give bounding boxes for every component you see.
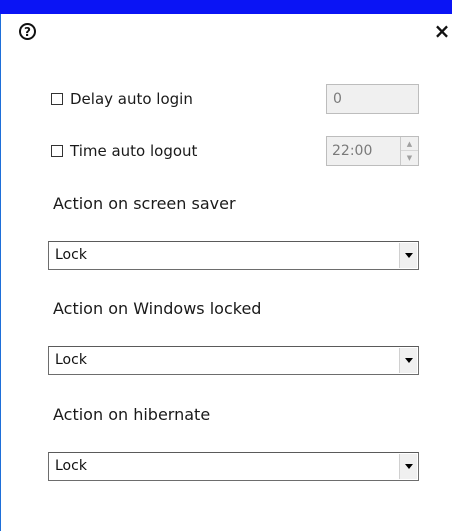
help-icon[interactable]: ? bbox=[19, 23, 36, 40]
chevron-down-icon[interactable] bbox=[399, 454, 417, 479]
spin-down-icon[interactable]: ▼ bbox=[401, 151, 418, 165]
windows-locked-select-value: Lock bbox=[55, 352, 87, 368]
windows-locked-label: Action on Windows locked bbox=[53, 299, 262, 318]
time-auto-logout-checkbox[interactable] bbox=[51, 145, 63, 157]
dialog-left-border bbox=[0, 14, 1, 531]
screen-saver-select-value: Lock bbox=[55, 247, 87, 263]
chevron-down-icon[interactable] bbox=[399, 243, 417, 268]
spin-up-icon[interactable]: ▲ bbox=[401, 137, 418, 151]
delay-auto-login-checkbox[interactable] bbox=[51, 93, 63, 105]
delay-auto-login-row[interactable]: Delay auto login bbox=[51, 89, 193, 109]
title-bar bbox=[0, 0, 452, 14]
delay-auto-login-input[interactable] bbox=[326, 84, 419, 114]
help-icon-glyph: ? bbox=[24, 24, 31, 39]
chevron-down-icon[interactable] bbox=[399, 348, 417, 373]
close-icon[interactable]: × bbox=[432, 20, 452, 42]
hibernate-select-value: Lock bbox=[55, 458, 87, 474]
hibernate-select[interactable]: Lock bbox=[48, 452, 419, 481]
time-spinner: ▲ ▼ bbox=[400, 137, 418, 165]
time-auto-logout-input[interactable]: 22:00 ▲ ▼ bbox=[326, 136, 419, 166]
screen-saver-select[interactable]: Lock bbox=[48, 241, 419, 270]
time-auto-logout-row[interactable]: Time auto logout bbox=[51, 141, 197, 161]
time-auto-logout-value: 22:00 bbox=[332, 143, 373, 159]
hibernate-label: Action on hibernate bbox=[53, 405, 211, 424]
screen-saver-label: Action on screen saver bbox=[53, 194, 236, 213]
windows-locked-select[interactable]: Lock bbox=[48, 346, 419, 375]
delay-auto-login-label: Delay auto login bbox=[70, 90, 193, 108]
time-auto-logout-label: Time auto logout bbox=[70, 142, 198, 160]
